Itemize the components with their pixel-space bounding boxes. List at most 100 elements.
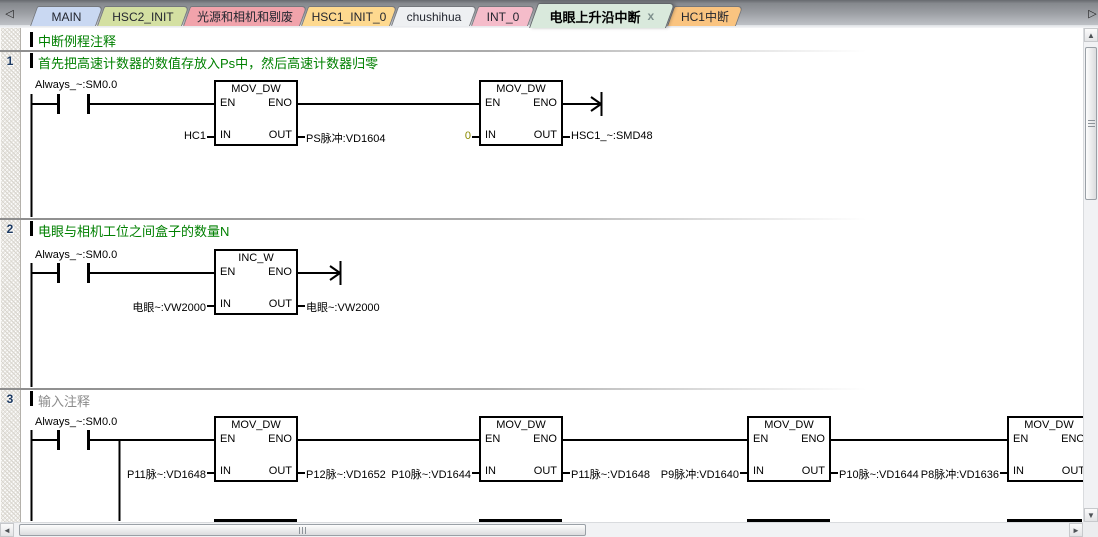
- pin-in: IN: [485, 129, 496, 141]
- tab-label: chushihua: [407, 10, 462, 24]
- pin-eno: ENO: [801, 433, 825, 445]
- thumb-grip: [1088, 120, 1095, 128]
- instruction-box-mov-dw[interactable]: MOV_DW EN ENO IN OUT: [479, 80, 563, 146]
- pin-eno: ENO: [533, 97, 557, 109]
- network-comment[interactable]: 电眼与相机工位之间盒子的数量N: [38, 221, 229, 240]
- network-comment[interactable]: 首先把高速计数器的数值存放入Ps中，然后高速计数器归零: [38, 53, 378, 72]
- network-separator: [0, 218, 1083, 220]
- network-number[interactable]: 2: [2, 222, 18, 236]
- tab-light-camera-reject[interactable]: 光源和相机和剔废: [183, 6, 307, 26]
- pin-out: OUT: [534, 129, 557, 141]
- scroll-right-icon[interactable]: ►: [1069, 523, 1083, 537]
- tab-hsc2-init[interactable]: HSC2_INIT: [97, 6, 189, 26]
- pin-out: OUT: [269, 298, 292, 310]
- scroll-down-icon[interactable]: ▼: [1084, 508, 1098, 522]
- instruction-box-mov-dw[interactable]: MOV_DW EN ENO IN OUT: [747, 416, 831, 482]
- tab-close-icon[interactable]: x: [648, 10, 655, 22]
- pou-tab-bar: ◁ MAIN HSC2_INIT 光源和相机和剔废 HSC1_INIT_0 ch…: [0, 0, 1098, 28]
- box-title: MOV_DW: [749, 419, 829, 431]
- pin-in: IN: [753, 465, 764, 477]
- pin-en: EN: [753, 433, 768, 445]
- operand-output[interactable]: 电眼~:VW2000: [306, 299, 380, 315]
- pin-out: OUT: [802, 465, 825, 477]
- contact-operand-label[interactable]: Always_~:SM0.0: [35, 249, 117, 261]
- contact-operand-label[interactable]: Always_~:SM0.0: [35, 416, 117, 428]
- comment-marker: [30, 221, 33, 236]
- instruction-box-inc-w[interactable]: INC_W EN ENO IN OUT: [214, 249, 298, 315]
- box-title: INC_W: [216, 252, 296, 264]
- operand-input-constant[interactable]: 0: [321, 130, 471, 142]
- instruction-box-mov-dw[interactable]: MOV_DW EN ENO IN OUT: [214, 416, 298, 482]
- pin-in: IN: [220, 465, 231, 477]
- contact-operand-label[interactable]: Always_~:SM0.0: [35, 79, 117, 91]
- tab-label: HC1中断: [681, 8, 729, 25]
- tab-label: 光源和相机和剔废: [197, 8, 293, 25]
- box-title: MOV_DW: [481, 83, 561, 95]
- operand-input[interactable]: P9脉冲:VD1640: [589, 466, 739, 482]
- tab-label: HSC2_INIT: [112, 10, 173, 24]
- contact-legs-and-next-row: [59, 94, 1083, 521]
- tab-scroll-right-icon[interactable]: ▷: [1085, 6, 1098, 23]
- pin-eno: ENO: [268, 97, 292, 109]
- pin-in: IN: [1013, 465, 1024, 477]
- network-separator: [0, 50, 1083, 52]
- scroll-up-icon[interactable]: ▲: [1084, 28, 1098, 42]
- pin-in: IN: [485, 465, 496, 477]
- thumb-grip: [299, 527, 307, 534]
- tab-chushihua[interactable]: chushihua: [391, 6, 477, 26]
- comment-marker: [30, 32, 33, 47]
- instruction-box-mov-dw[interactable]: MOV_DW EN ENO IN OUT: [479, 416, 563, 482]
- scroll-left-icon[interactable]: ◄: [0, 523, 14, 537]
- pin-out: OUT: [1062, 465, 1085, 477]
- box-title: MOV_DW: [216, 83, 296, 95]
- pin-en: EN: [485, 433, 500, 445]
- comment-marker: [30, 391, 33, 406]
- network-number[interactable]: 1: [2, 54, 18, 68]
- pin-en: EN: [220, 97, 235, 109]
- vertical-scrollbar[interactable]: ▲ ▼: [1083, 28, 1098, 522]
- network-number[interactable]: 3: [2, 392, 18, 406]
- horizontal-scrollbar[interactable]: ◄ ►: [0, 522, 1083, 537]
- tab-scroll-left-icon[interactable]: ◁: [2, 6, 17, 23]
- box-title: MOV_DW: [216, 419, 296, 431]
- horizontal-scrollbar-thumb[interactable]: [19, 524, 586, 536]
- pin-en: EN: [220, 266, 235, 278]
- pou-header-comment[interactable]: 中断例程注释: [38, 31, 116, 50]
- instruction-box-mov-dw[interactable]: MOV_DW EN ENO IN OUT: [1007, 416, 1091, 482]
- operand-output[interactable]: HSC1_~:SMD48: [571, 130, 653, 142]
- pin-eno: ENO: [268, 433, 292, 445]
- network-separator: [0, 388, 1083, 390]
- pin-out: OUT: [269, 465, 292, 477]
- pin-en: EN: [485, 97, 500, 109]
- tab-label: INT_0: [487, 10, 520, 24]
- tab-interrupt-rising-edge-active[interactable]: 电眼上升沿中断 x: [529, 3, 675, 28]
- pin-en: EN: [1013, 433, 1028, 445]
- microwin-editor-window: ◁ MAIN HSC2_INIT 光源和相机和剔废 HSC1_INIT_0 ch…: [0, 0, 1098, 537]
- operand-input[interactable]: P8脉冲:VD1636: [849, 466, 999, 482]
- pin-out: OUT: [269, 129, 292, 141]
- network-comment-placeholder[interactable]: 输入注释: [38, 391, 90, 410]
- pin-eno: ENO: [268, 266, 292, 278]
- tab-int-0[interactable]: INT_0: [471, 6, 535, 26]
- pin-en: EN: [220, 433, 235, 445]
- tab-label: 电眼上升沿中断: [550, 7, 641, 26]
- pin-eno: ENO: [533, 433, 557, 445]
- ladder-editor-area: 中断例程注释 1 首先把高速计数器的数值存放入Ps中，然后高速计数器归零 Alw…: [0, 28, 1098, 537]
- instruction-box-mov-dw[interactable]: MOV_DW EN ENO IN OUT: [214, 80, 298, 146]
- comment-marker: [30, 53, 33, 68]
- operand-input[interactable]: P10脉~:VD1644: [321, 466, 471, 482]
- operand-input[interactable]: P11脉~:VD1648: [56, 466, 206, 482]
- tab-main[interactable]: MAIN: [30, 6, 103, 26]
- tab-hc1-interrupt[interactable]: HC1中断: [667, 6, 743, 26]
- box-title: MOV_DW: [481, 419, 561, 431]
- operand-input[interactable]: 电眼~:VW2000: [56, 299, 206, 315]
- vertical-scrollbar-thumb[interactable]: [1085, 47, 1097, 200]
- scrollbar-corner: [1083, 522, 1098, 537]
- pin-out: OUT: [534, 465, 557, 477]
- tab-label: MAIN: [51, 10, 81, 24]
- tab-label: HSC1_INIT_0: [312, 10, 387, 24]
- tab-hsc1-init-0[interactable]: HSC1_INIT_0: [301, 6, 397, 26]
- box-title: MOV_DW: [1009, 419, 1089, 431]
- pin-in: IN: [220, 129, 231, 141]
- operand-input[interactable]: HC1: [56, 130, 206, 142]
